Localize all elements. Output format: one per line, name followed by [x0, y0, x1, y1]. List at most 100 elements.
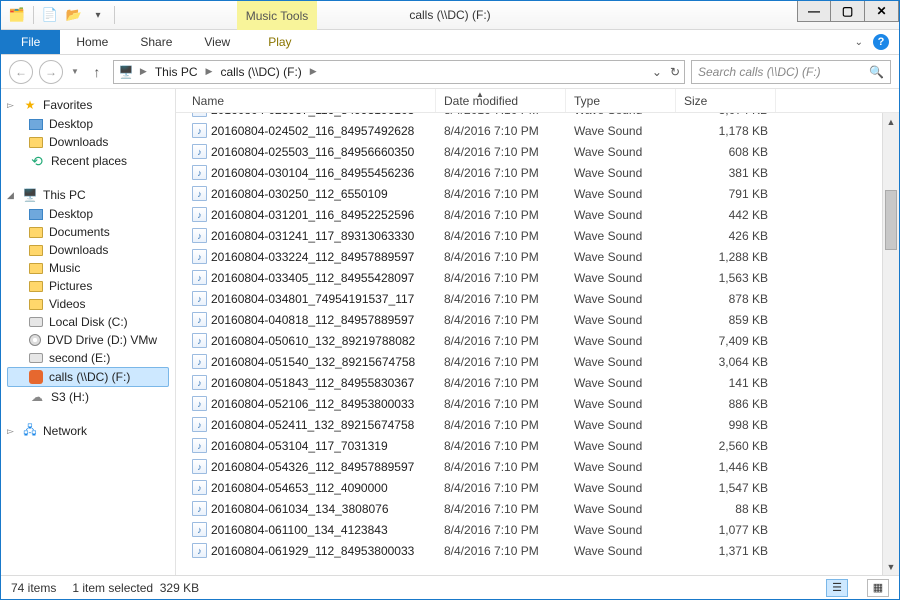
scroll-thumb[interactable] — [885, 190, 897, 250]
scroll-up-icon[interactable]: ▲ — [883, 113, 899, 130]
file-row[interactable]: ♪20160804-023937_116_849931961038/4/2016… — [176, 113, 899, 120]
file-row[interactable]: ♪20160804-061929_112_849538000338/4/2016… — [176, 540, 899, 561]
tab-share[interactable]: Share — [124, 30, 188, 54]
file-type: Wave Sound — [566, 544, 676, 558]
column-header-name[interactable]: Name — [184, 89, 436, 112]
maximize-button[interactable]: ▢ — [831, 1, 865, 22]
column-header-size[interactable]: Size — [676, 89, 776, 112]
tree-item[interactable]: Music — [7, 259, 175, 277]
tree-item[interactable]: second (E:) — [7, 349, 175, 367]
chevron-right-icon[interactable]: ▶ — [204, 66, 215, 77]
tree-head-favorites[interactable]: ▻ ★ Favorites — [7, 95, 175, 115]
address-dropdown-icon[interactable]: ⌄ — [652, 65, 662, 79]
tree-item[interactable]: calls (\\DC) (F:) — [7, 367, 169, 387]
tree-item[interactable]: Desktop — [7, 205, 175, 223]
open-folder-icon[interactable]: 📂 — [64, 5, 84, 25]
vertical-scrollbar[interactable]: ▲ ▼ — [882, 113, 899, 575]
file-date: 8/4/2016 7:10 PM — [436, 271, 566, 285]
tree-item[interactable]: Videos — [7, 295, 175, 313]
tree-item-label: Videos — [49, 297, 85, 311]
file-row[interactable]: ♪20160804-061034_134_38080768/4/2016 7:1… — [176, 498, 899, 519]
breadcrumb-this-pc[interactable]: This PC — [153, 65, 200, 79]
expand-ribbon-icon[interactable]: ⌄ — [855, 37, 863, 48]
file-row[interactable]: ♪20160804-061100_134_41238438/4/2016 7:1… — [176, 519, 899, 540]
tab-file[interactable]: File — [1, 30, 60, 54]
wave-file-icon: ♪ — [192, 291, 207, 306]
tree-item[interactable]: Downloads — [7, 241, 175, 259]
file-row[interactable]: ♪20160804-051843_112_849558303678/4/2016… — [176, 372, 899, 393]
file-row[interactable]: ♪20160804-025503_116_849566603508/4/2016… — [176, 141, 899, 162]
tree-head-network[interactable]: ▻ 🖧 Network — [7, 421, 175, 441]
column-header-type[interactable]: Type — [566, 89, 676, 112]
tree-item[interactable]: ☁S3 (H:) — [7, 387, 175, 407]
search-box[interactable]: Search calls (\\DC) (F:) 🔍 — [691, 60, 891, 84]
refresh-icon[interactable]: ↻ — [670, 65, 680, 79]
file-row[interactable]: ♪20160804-051540_132_892156747588/4/2016… — [176, 351, 899, 372]
tree-item-desktop[interactable]: Desktop — [7, 115, 175, 133]
close-button[interactable]: ✕ — [865, 1, 899, 22]
expand-icon[interactable]: ◢ — [7, 190, 17, 201]
file-size: 791 KB — [676, 187, 776, 201]
file-row[interactable]: ♪20160804-054326_112_849578895978/4/2016… — [176, 456, 899, 477]
file-row[interactable]: ♪20160804-033224_112_849578895978/4/2016… — [176, 246, 899, 267]
tree-head-thispc[interactable]: ◢ 🖥️ This PC — [7, 185, 175, 205]
folder-icon — [29, 245, 43, 256]
file-size: 426 KB — [676, 229, 776, 243]
app-icon[interactable]: 🗂️ — [7, 5, 27, 25]
file-row[interactable]: ♪20160804-031241_117_893130633308/4/2016… — [176, 225, 899, 246]
view-thumbnails-button[interactable]: ▦ — [867, 579, 889, 597]
tree-item[interactable]: DVD Drive (D:) VMw — [7, 331, 175, 349]
scroll-track[interactable] — [883, 130, 899, 558]
tree-item[interactable]: Documents — [7, 223, 175, 241]
address-bar[interactable]: 🖥️ ▶ This PC ▶ calls (\\DC) (F:) ▶ ⌄ ↻ — [113, 60, 685, 84]
file-size: 7,409 KB — [676, 334, 776, 348]
file-row[interactable]: ♪20160804-052106_112_849538000338/4/2016… — [176, 393, 899, 414]
file-row[interactable]: ♪20160804-024502_116_849574926288/4/2016… — [176, 120, 899, 141]
file-row[interactable]: ♪20160804-030104_116_849554562368/4/2016… — [176, 162, 899, 183]
file-row[interactable]: ♪20160804-034801_74954191537_1178/4/2016… — [176, 288, 899, 309]
file-row[interactable]: ♪20160804-031201_116_849522525968/4/2016… — [176, 204, 899, 225]
wave-file-icon: ♪ — [192, 333, 207, 348]
qat-customize-icon[interactable]: ▾ — [88, 5, 108, 25]
up-button[interactable]: ↑ — [87, 62, 107, 82]
history-dropdown-icon[interactable]: ▼ — [69, 67, 81, 76]
tree-item[interactable]: Local Disk (C:) — [7, 313, 175, 331]
file-row[interactable]: ♪20160804-050610_132_892197880828/4/2016… — [176, 330, 899, 351]
collapse-icon[interactable]: ▻ — [7, 426, 17, 437]
file-date: 8/4/2016 7:10 PM — [436, 334, 566, 348]
forward-button[interactable]: → — [39, 60, 63, 84]
file-name: 20160804-053104_117_7031319 — [211, 439, 388, 453]
file-date: 8/4/2016 7:10 PM — [436, 439, 566, 453]
scroll-down-icon[interactable]: ▼ — [883, 558, 899, 575]
collapse-icon[interactable]: ▻ — [7, 100, 17, 111]
file-name: 20160804-040818_112_84957889597 — [211, 313, 414, 327]
separator — [114, 6, 115, 24]
help-icon[interactable]: ? — [873, 34, 889, 50]
file-size: 608 KB — [676, 145, 776, 159]
back-button[interactable]: ← — [9, 60, 33, 84]
file-row[interactable]: ♪20160804-030250_112_65501098/4/2016 7:1… — [176, 183, 899, 204]
tree-item-recent[interactable]: ⟲Recent places — [7, 151, 175, 171]
file-row[interactable]: ♪20160804-033405_112_849554280978/4/2016… — [176, 267, 899, 288]
tab-view[interactable]: View — [188, 30, 246, 54]
chevron-right-icon[interactable]: ▶ — [138, 66, 149, 77]
column-header-date[interactable]: Date modified — [436, 89, 566, 112]
file-row[interactable]: ♪20160804-052411_132_892156747588/4/2016… — [176, 414, 899, 435]
tree-item[interactable]: Pictures — [7, 277, 175, 295]
desktop-icon — [29, 209, 43, 220]
file-row[interactable]: ♪20160804-053104_117_70313198/4/2016 7:1… — [176, 435, 899, 456]
file-name: 20160804-054326_112_84957889597 — [211, 460, 414, 474]
breadcrumb-current[interactable]: calls (\\DC) (F:) — [218, 65, 303, 79]
file-type: Wave Sound — [566, 271, 676, 285]
search-icon[interactable]: 🔍 — [869, 65, 884, 79]
properties-icon[interactable]: 📄 — [40, 5, 60, 25]
tree-item-downloads[interactable]: Downloads — [7, 133, 175, 151]
file-row[interactable]: ♪20160804-040818_112_849578895978/4/2016… — [176, 309, 899, 330]
chevron-right-icon[interactable]: ▶ — [308, 66, 319, 77]
view-details-button[interactable]: ☰ — [826, 579, 848, 597]
minimize-button[interactable]: — — [797, 1, 831, 22]
tab-play[interactable]: Play — [252, 30, 307, 54]
file-row[interactable]: ♪20160804-054653_112_40900008/4/2016 7:1… — [176, 477, 899, 498]
tab-home[interactable]: Home — [60, 30, 124, 54]
file-name: 20160804-061100_134_4123843 — [211, 523, 388, 537]
